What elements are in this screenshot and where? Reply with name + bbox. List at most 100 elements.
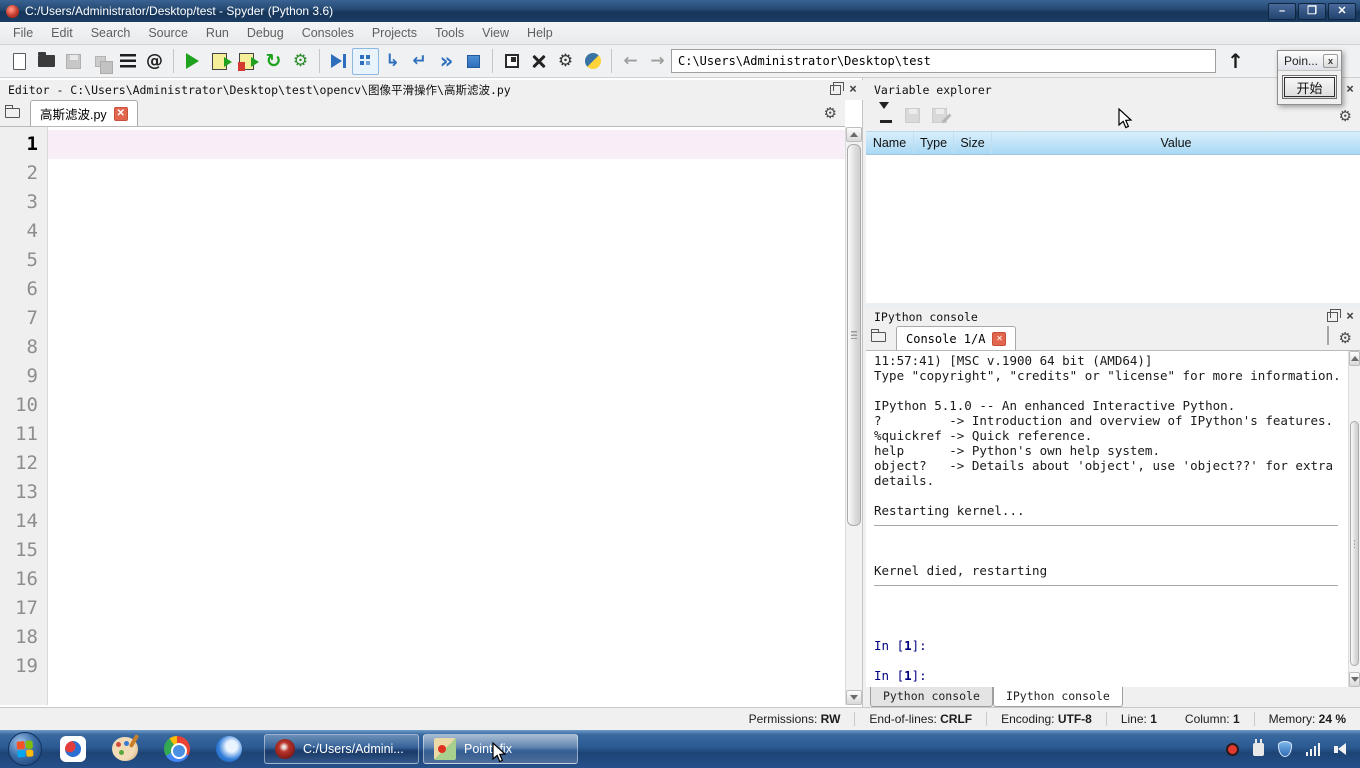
varexp-options-gear-icon[interactable]: ⚙ [1339,107,1352,125]
menu-run[interactable]: Run [197,23,238,43]
menu-projects[interactable]: Projects [363,23,426,43]
editor-scrollbar[interactable] [845,127,862,705]
editor-tab-close-icon[interactable]: ✕ [113,106,128,121]
forward-button[interactable]: → [644,48,671,75]
console-output[interactable]: 11:57:41) [MSC v.1900 64 bit (AMD64)] Ty… [866,351,1348,687]
column-header-type[interactable]: Type [914,132,954,154]
scroll-up-arrow-icon[interactable] [846,127,862,142]
power-plug-tray-icon[interactable] [1252,738,1264,756]
pointofix-start-button[interactable]: 开始 [1282,75,1337,99]
editor-scrollbar-thumb[interactable] [847,144,861,526]
stop-debug-button[interactable] [460,48,487,75]
start-button[interactable] [8,732,42,766]
taskbar-button-spyder[interactable]: C:/Users/Admini... [264,734,419,764]
volume-tray-icon[interactable] [1334,743,1346,755]
variable-explorer-body[interactable] [866,155,1360,303]
minimize-button[interactable]: – [1268,2,1296,20]
dock-tab-python-console[interactable]: Python console [870,687,993,707]
console-line: Type "copyright", "credits" or "license"… [874,368,1341,383]
open-file-button[interactable] [33,48,60,75]
editor-close-icon[interactable]: × [849,83,857,96]
browse-tabs-folder-icon [4,105,20,118]
python-logo-icon [584,53,601,69]
console-line: ? -> Introduction and overview of IPytho… [874,413,1334,428]
taskbar-chrome-icon[interactable] [160,732,194,766]
run-current-line-button[interactable] [352,47,379,75]
console-scrollbar-thumb[interactable] [1350,421,1359,666]
menu-consoles[interactable]: Consoles [293,23,363,43]
editor-tab[interactable]: 高斯滤波.py ✕ [30,100,138,126]
step-into-button[interactable]: ↳ [379,48,406,75]
rerun-button[interactable]: ↻ [260,48,287,75]
run-cell-advance-button[interactable] [233,48,260,75]
maximize-pane-button[interactable] [498,48,525,75]
console-scrollbar[interactable] [1348,351,1360,687]
continue-button[interactable]: » [433,48,460,75]
interrupt-kernel-button[interactable] [1326,326,1329,345]
menu-source[interactable]: Source [139,23,197,43]
console-options-gear-icon[interactable]: ⚙ [1339,329,1352,347]
restore-button[interactable]: ❐ [1298,2,1326,20]
run-button[interactable] [179,48,206,75]
scroll-down-arrow-icon[interactable] [846,690,862,705]
back-button[interactable]: ← [617,48,644,75]
save-all-button[interactable] [87,48,114,75]
editor-browse-tabs-button[interactable] [0,101,24,125]
code-edit-area[interactable] [48,127,845,705]
console-line: Restarting kernel... [874,503,1025,518]
parent-directory-button[interactable]: ↑ [1222,48,1249,75]
menu-file[interactable]: File [4,23,42,43]
scroll-down-arrow-icon[interactable] [1349,672,1360,687]
scroll-up-arrow-icon[interactable] [1349,351,1360,366]
save-button[interactable] [60,48,87,75]
editor-options-gear-icon[interactable]: ⚙ [824,104,837,122]
taskbar-browser-icon[interactable] [212,732,246,766]
console-tab-close-icon[interactable]: ✕ [992,331,1007,346]
line-number: 18 [15,626,38,648]
line-number: 9 [26,365,38,387]
security-shield-tray-icon[interactable] [1277,741,1292,757]
record-tray-icon[interactable] [1225,742,1239,756]
column-header-size[interactable]: Size [954,132,992,154]
console-close-icon[interactable]: × [1346,310,1354,323]
file-switcher-button[interactable] [114,48,141,75]
menu-help[interactable]: Help [518,23,562,43]
menu-view[interactable]: View [473,23,518,43]
editor-undock-icon[interactable] [830,82,845,95]
menu-edit[interactable]: Edit [42,23,82,43]
network-signal-tray-icon[interactable] [1305,742,1320,756]
menu-debug[interactable]: Debug [238,23,293,43]
pythonpath-button[interactable] [579,48,606,75]
console-undock-icon[interactable] [1327,308,1342,322]
run-settings-button[interactable]: ⚙ [287,48,314,75]
taskbar-paint-icon[interactable] [108,732,142,766]
console-prompt[interactable]: In [1]: [874,668,1348,683]
column-header-value[interactable]: Value [992,132,1360,154]
pointofix-close-icon[interactable]: x [1323,53,1338,68]
editor-title: Editor - C:\Users\Administrator\Desktop\… [8,83,511,97]
console-tab[interactable]: Console 1/A ✕ [896,326,1017,350]
new-file-button[interactable] [6,48,33,75]
run-cell-button[interactable] [206,48,233,75]
menu-tools[interactable]: Tools [426,23,473,43]
line-number: 19 [15,655,38,677]
taskbar-sunlogin-icon[interactable] [56,732,90,766]
console-browse-tabs-button[interactable] [866,325,890,349]
column-header-name[interactable]: Name [866,132,914,154]
editor-body[interactable]: 1 2 3 4 5 6 7 8 9 10 11 12 13 14 15 16 1… [0,127,845,705]
menu-search[interactable]: Search [82,23,140,43]
close-button[interactable]: ✕ [1328,2,1356,20]
step-return-button[interactable]: ↵ [406,48,433,75]
import-data-button[interactable] [872,101,899,129]
save-data-as-button[interactable] [926,102,953,129]
debug-button[interactable] [325,48,352,75]
working-directory-input[interactable]: C:\Users\Administrator\Desktop\test [671,49,1216,73]
pointofix-title-bar[interactable]: Poin... x [1278,51,1341,71]
symbol-finder-button[interactable]: @ [141,48,168,75]
save-data-button[interactable] [899,102,926,129]
preferences-button[interactable]: ⚙ [552,48,579,75]
dock-tab-ipython-console[interactable]: IPython console [992,687,1123,707]
fullscreen-button[interactable] [525,48,552,75]
continue-icon: » [439,49,454,73]
varexp-close-icon[interactable]: × [1346,83,1354,96]
